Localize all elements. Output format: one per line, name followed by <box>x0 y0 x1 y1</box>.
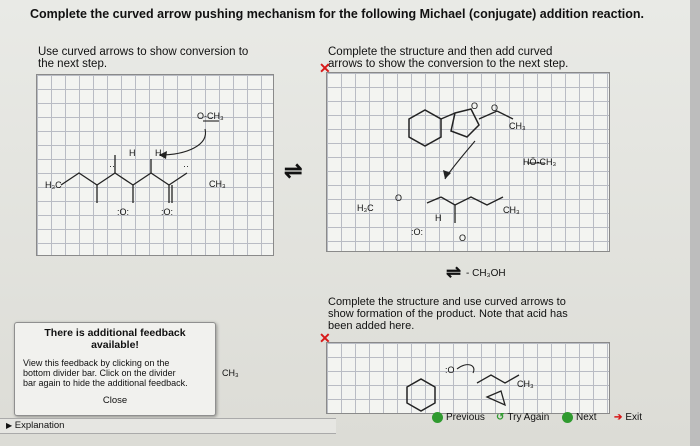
right-drawing-area[interactable]: CH₃ O O HÖ-CH₃ H₃C H O CH₃ :O: O <box>326 72 610 252</box>
feedback-body-line-2: bottom divider bar. Click on the divider <box>23 368 176 378</box>
left-instruction-line-2: the next step. <box>38 58 108 70</box>
right-o-single: O <box>459 233 467 243</box>
carbonyl-o-2: :O: <box>161 207 174 217</box>
right-o-bottom: :O: <box>411 227 424 237</box>
feedback-close-button[interactable]: Close <box>15 395 215 406</box>
feedback-popover: There is additional feedback available! … <box>14 322 216 416</box>
next-arrow-icon <box>562 412 573 423</box>
refresh-icon: ↺ <box>496 412 505 423</box>
explanation-bar[interactable]: ▶ Explanation <box>0 418 336 434</box>
lower-instruction: Complete the structure and use curved ar… <box>328 296 568 332</box>
right-o-mid: O <box>395 193 403 203</box>
lower-instruction-line-3: been added here. <box>328 320 415 332</box>
feedback-body-line-3: bar again to hide the additional feedbac… <box>23 378 188 388</box>
lower-instruction-line-2: show formation of the product. Note that… <box>328 308 568 320</box>
right-instruction-line-1: Complete the structure and then add curv… <box>328 46 553 58</box>
previous-label: Previous <box>446 412 485 423</box>
question-frame: Complete the curved arrow pushing mechan… <box>0 0 690 446</box>
previous-button[interactable]: Previous <box>432 412 485 423</box>
right-instruction: Complete the structure and then add curv… <box>328 46 568 70</box>
exit-label: Exit <box>625 412 643 423</box>
feedback-title: There is additional feedback available! <box>15 327 215 351</box>
ch3-top-label: CH₃ <box>509 121 526 131</box>
lower-molecule-bonds <box>406 364 520 412</box>
feedback-title-line-2: available! <box>91 339 139 351</box>
left-molecule-bonds <box>60 120 219 203</box>
ch3-label: CH₃ <box>209 179 226 189</box>
right-h3c-label: H₃C <box>357 203 374 213</box>
right-molecule-bonds <box>408 108 545 223</box>
feedback-title-line-1: There is additional feedback <box>44 327 186 339</box>
exit-icon: ➔ <box>614 412 623 423</box>
feedback-body: View this feedback by clicking on the bo… <box>23 358 213 388</box>
expand-triangle-icon: ▶ <box>6 421 13 430</box>
explanation-label: Explanation <box>14 420 65 431</box>
left-instruction-line-1: Use curved arrows to show conversion to <box>38 46 249 58</box>
exit-button[interactable]: ➔ Exit <box>614 412 642 423</box>
right-ch3-mid: CH₃ <box>503 205 520 215</box>
lower-o-label: :O <box>445 365 455 375</box>
equilibrium-arrow: ⇌ <box>284 158 303 183</box>
h-label-2: H <box>155 148 162 158</box>
h-label-1: H <box>129 148 136 158</box>
methoxide-label: O-CH₃ <box>197 111 224 121</box>
o-dots-2: ·· <box>183 161 189 171</box>
left-drawing-area[interactable]: O-CH₃ H H H₃C CH₃ ·· ·· :O: :O: <box>36 74 274 256</box>
try-again-button[interactable]: ↺ Try Again <box>496 412 549 423</box>
h3c-label: H₃C <box>45 180 62 190</box>
try-again-label: Try Again <box>507 412 550 423</box>
down-equilibrium-arrow: ⇌ <box>446 262 462 282</box>
lower-ch3-label: CH₃ <box>517 379 534 389</box>
reagent-label: - CH₃OH <box>466 268 506 279</box>
o-top-1: O <box>471 101 479 111</box>
carbonyl-o-1: :O: <box>117 207 130 217</box>
o-top-2: O <box>491 103 499 113</box>
behind-ch3-label: CH₃ <box>222 368 239 378</box>
question-title: Complete the curved arrow pushing mechan… <box>30 7 644 21</box>
right-h-label: H <box>435 213 442 223</box>
methanol-label: HÖ-CH₃ <box>523 157 557 167</box>
previous-arrow-icon <box>432 412 443 423</box>
o-dots-1: ·· <box>109 161 115 171</box>
vertical-scrollbar[interactable] <box>690 0 700 446</box>
feedback-body-line-1: View this feedback by clicking on the <box>23 358 170 368</box>
lower-instruction-line-1: Complete the structure and use curved ar… <box>328 296 566 308</box>
next-label: Next <box>576 412 597 423</box>
right-instruction-line-2: arrows to show the conversion to the nex… <box>328 58 569 70</box>
left-instruction: Use curved arrows to show conversion to … <box>38 46 248 70</box>
lower-drawing-area[interactable]: :O CH₃ <box>326 342 610 414</box>
next-button[interactable]: Next <box>562 412 597 423</box>
